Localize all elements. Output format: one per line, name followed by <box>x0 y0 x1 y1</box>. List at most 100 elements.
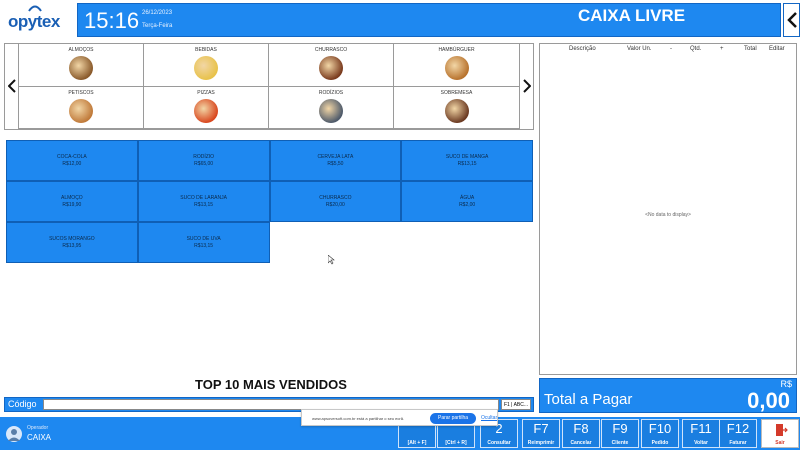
category-label: PIZZAS <box>197 89 215 96</box>
product-price: R$13,15 <box>457 161 477 167</box>
category-label: HAMBÚRGUER <box>438 47 475 53</box>
column-header: - <box>670 46 672 52</box>
category-label: CHURRASCO <box>314 47 348 53</box>
product-price: R$65,00 <box>194 161 214 167</box>
function-key-label: [Alt + F] <box>407 440 427 446</box>
function-key-label: Reimprimir <box>527 440 555 446</box>
category-image <box>444 98 469 123</box>
mouse-cursor-icon <box>328 255 335 265</box>
column-header: Qtd. <box>690 46 702 52</box>
category-tile[interactable]: HAMBÚRGUER <box>394 44 519 87</box>
category-tile[interactable]: ALMOÇOS <box>19 44 144 87</box>
category-tile[interactable]: CHURRASCO <box>269 44 394 87</box>
function-key-code: F9 <box>612 421 628 436</box>
category-image <box>319 56 343 80</box>
function-key-faturar[interactable]: F12 Faturar <box>719 419 757 448</box>
category-panel: ALMOÇOS BEBIDAS CHURRASCO HAMBÚRGUER PETISCO… <box>4 43 534 130</box>
category-label: SOBREMESA <box>440 89 473 96</box>
product-price: R$2,00 <box>459 202 476 208</box>
product-price: R$5,50 <box>327 161 344 167</box>
column-header: Editar <box>769 46 785 52</box>
category-image <box>194 56 218 80</box>
category-next-button[interactable] <box>519 44 533 129</box>
product-price: R$13,95 <box>62 243 82 249</box>
date: 26/12/2023 <box>142 10 173 16</box>
function-key-label: Cliente <box>611 440 629 446</box>
total-label: Total a Pagar <box>544 391 633 408</box>
pdv-screen: opytex 15:16 26/12/2023 Terça-Feira CAIX… <box>0 0 800 450</box>
category-label: BEBIDAS <box>195 47 217 53</box>
chevron-left-icon <box>8 79 16 93</box>
screen-share-notification: www.apsoversoft.com.br está a partilhar … <box>301 409 498 426</box>
product-name: CHURRASCO <box>319 195 352 201</box>
function-key-label: Faturar <box>729 440 747 446</box>
category-tile[interactable]: PETISCOS <box>19 86 144 129</box>
function-key-cancelar[interactable]: F8 Cancelar <box>562 419 600 448</box>
product-price: R$13,15 <box>194 202 214 208</box>
category-label: PETISCOS <box>68 89 94 96</box>
product-button[interactable]: CERVEJA LATA R$5,50 <box>269 140 402 181</box>
register-status: CAIXA LIVRE <box>578 6 686 25</box>
cart-table: Descrição Valor Un. - Qtd. + Total Edita… <box>539 43 797 375</box>
product-name: SUCOS MORANGO <box>49 236 95 242</box>
function-key-label: Cancelar <box>570 440 592 446</box>
product-name: SUCO DE LARANJA <box>180 195 227 201</box>
exit-door-icon <box>776 424 788 436</box>
category-tile[interactable]: SOBREMESA <box>394 87 519 129</box>
function-key-code: F10 <box>648 421 672 436</box>
category-grid: ALMOÇOS BEBIDAS CHURRASCO HAMBÚRGUER PETISCO… <box>19 44 519 129</box>
product-name: RODÍZIO <box>193 154 215 160</box>
product-button[interactable]: SUCO DE MANGA R$13,15 <box>401 140 533 181</box>
function-key-code: F8 <box>573 421 589 436</box>
category-prev-button[interactable] <box>5 44 19 129</box>
logo-mark-icon <box>28 5 42 12</box>
product-price: R$12,00 <box>62 161 82 167</box>
column-header: Descrição <box>569 46 596 52</box>
product-name: CERVEJA LATA <box>317 154 354 160</box>
product-name: ALMOÇO <box>61 195 83 201</box>
chevron-left-icon <box>787 12 797 28</box>
code-label: Código <box>8 399 37 409</box>
function-key-pedido[interactable]: F10 Pedido <box>641 419 679 448</box>
user-avatar-icon <box>6 426 22 442</box>
stop-sharing-button[interactable]: Parar partilha <box>430 413 476 424</box>
category-image <box>69 56 93 80</box>
product-button[interactable]: ALMOÇO R$19,90 <box>6 181 138 222</box>
product-button[interactable]: CHURRASCO R$20,00 <box>269 181 402 222</box>
function-key-code: F7 <box>533 421 549 436</box>
category-label: ALMOÇOS <box>68 47 94 53</box>
cart-table-header: Descrição Valor Un. - Qtd. + Total Edita… <box>540 46 796 56</box>
product-button[interactable]: ÁGUA R$2,00 <box>401 181 533 222</box>
column-header: Valor Un. <box>627 46 652 52</box>
clock: 15:16 <box>84 8 140 33</box>
back-button[interactable] <box>783 3 800 37</box>
product-search-button[interactable]: F1 | ABC... <box>501 399 531 410</box>
function-key-sair[interactable]: Sair <box>761 419 799 448</box>
hide-link[interactable]: Ocultar <box>481 415 497 421</box>
category-image <box>319 98 343 123</box>
category-tile[interactable]: PIZZAS <box>144 86 269 129</box>
category-tile[interactable]: BEBIDAS <box>144 44 269 87</box>
function-key-reimprimir[interactable]: F7 Reimprimir <box>522 419 560 448</box>
product-button[interactable]: RODÍZIO R$65,00 <box>137 140 270 181</box>
chevron-right-icon <box>523 79 531 93</box>
column-header: + <box>720 46 724 52</box>
weekday: Terça-Feira <box>142 23 173 29</box>
function-key-code: F12 <box>726 421 750 436</box>
product-name: SUCO DE MANGA <box>445 154 489 160</box>
operator-name: CAIXA <box>27 433 52 442</box>
function-key-voltar[interactable]: F11 Voltar <box>682 419 720 448</box>
function-key-cliente[interactable]: F9 Cliente <box>601 419 639 448</box>
category-label: RODÍZIOS <box>318 89 344 96</box>
product-button[interactable]: SUCO DE UVA R$13,15 <box>137 222 270 263</box>
product-name: ÁGUA <box>460 195 475 201</box>
product-button[interactable]: SUCO DE LARANJA R$13,15 <box>137 181 270 222</box>
total-panel: R$ Total a Pagar 0,00 <box>539 378 797 413</box>
logo-text: opytex <box>8 12 60 31</box>
product-button[interactable]: COCA-COLA R$12,00 <box>6 140 138 181</box>
product-button[interactable]: SUCOS MORANGO R$13,95 <box>6 222 138 263</box>
header-bar: 15:16 26/12/2023 Terça-Feira CAIXA LIVRE <box>77 3 781 37</box>
function-key-label: Consultar <box>487 440 511 446</box>
category-tile[interactable]: RODÍZIOS <box>269 86 394 129</box>
product-grid: COCA-COLA R$12,00 RODÍZIO R$65,00 CERVEJA LA… <box>6 140 533 264</box>
